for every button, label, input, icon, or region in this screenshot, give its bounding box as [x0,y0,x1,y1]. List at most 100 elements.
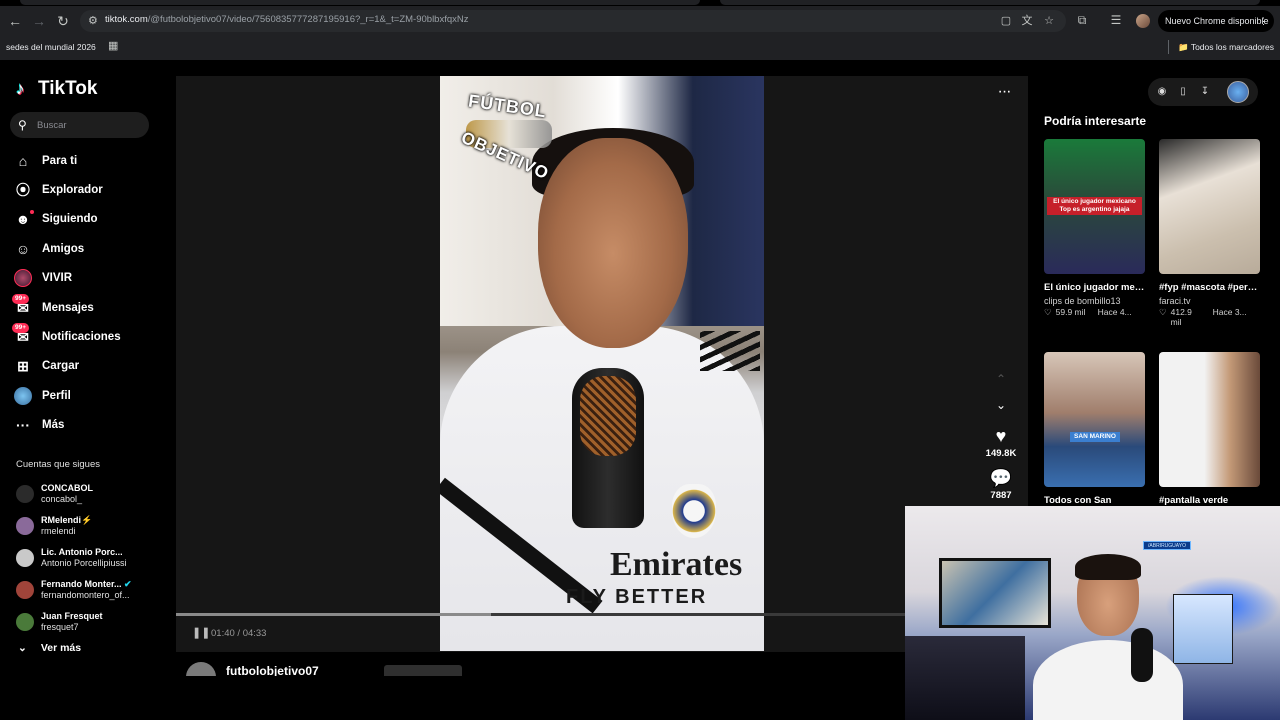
chrome-update-button[interactable]: Nuevo Chrome disponible ⋮ [1158,10,1274,32]
like-button[interactable]: ♥ 149.8K [980,426,1022,459]
card-caption: #fyp #mascota #perro #salvabebé... [1159,282,1260,293]
compass-icon: ⦿ [16,182,30,199]
translate-icon[interactable]: 文 [1021,15,1033,27]
back-icon[interactable]: ← [6,12,24,30]
video-thumbnail[interactable]: SAN MARINO [1044,352,1145,487]
device-icon[interactable]: ▯ [1176,85,1190,99]
sidebar-item-mas[interactable]: ··· Más [14,411,164,440]
tab-inactive[interactable] [720,0,1260,5]
unread-badge: 99+ [12,323,30,334]
follow-button[interactable] [384,665,462,676]
reload-icon[interactable]: ↻ [54,12,72,30]
upload-icon: ⊞ [17,358,29,375]
previous-video-icon[interactable]: ⌃ [991,372,1011,388]
all-bookmarks-label: Todos los marcadores [1190,42,1274,52]
verified-badge-icon: ✔ [124,579,132,589]
author-name[interactable]: futbolobjetivo07 [226,664,319,676]
cast-icon[interactable]: ▢ [1000,15,1012,27]
streamer-hair [1075,554,1141,580]
heart-outline-icon: ♡ [1159,307,1167,317]
site-settings-icon[interactable]: ⚙ [88,14,100,28]
suggested-video-card[interactable]: #fyp #mascota #perro #salvabebé... farac… [1159,139,1260,327]
card-author: clips de bombillo13 [1044,296,1121,306]
bookmark-star-icon[interactable]: ☆ [1043,15,1055,27]
comment-count: 7887 [990,490,1012,501]
followed-account[interactable]: Lic. Antonio Porc... Antonio Porcellipius… [16,542,166,574]
tiktok-logo[interactable]: ♪ TikTok [16,78,97,100]
video-player[interactable]: Emirates FLY BETTER FÚTBOL OBJETIVO ··· … [176,76,1028,652]
tiktok-note-icon: ♪ [16,79,25,98]
account-name: Lic. Antonio Porc... [41,547,123,557]
card-time-ago: Hace 3... [1212,307,1247,317]
download-icon[interactable]: ↧ [1198,85,1212,99]
video-thumbnail[interactable] [1159,352,1260,487]
video-frame[interactable]: Emirates FLY BETTER FÚTBOL OBJETIVO [440,76,764,651]
sidebar-item-amigos[interactable]: ☺ Amigos [14,234,164,263]
bookmark-item[interactable]: sedes del mundial 2026 [6,39,96,55]
coins-icon[interactable]: ◉ [1155,85,1169,99]
streamer-body [1033,640,1183,720]
bookmarks-bar: sedes del mundial 2026 ▦ 📁 Todos los mar… [0,37,1280,59]
account-name: Fernando Monter... [41,579,122,589]
sidebar-item-mensajes[interactable]: ✉ 99+ Mensajes [12,293,164,322]
sidebar-item-notificaciones[interactable]: ✉ 99+ Notificaciones [12,322,164,351]
card-author: faraci.tv [1159,296,1191,306]
friends-icon: ☺ [15,240,31,257]
extensions-icon[interactable]: ⧉ [1074,12,1090,28]
suggested-video-card[interactable]: #pantalla verde [1159,352,1260,508]
streamer [1033,554,1183,720]
see-more-button[interactable]: ⌄ Ver más [18,642,81,654]
chrome-profile-avatar[interactable] [1136,14,1150,28]
shirt-sponsor-tagline: FLY BETTER [566,586,708,608]
chrome-update-label: Nuevo Chrome disponible [1165,16,1269,26]
sidebar-item-para-ti[interactable]: ⌂ Para ti [14,146,164,175]
user-avatar[interactable] [1227,81,1249,103]
url-path: /@futbolobjetivo07/video/756083577728719… [147,14,469,25]
followed-account[interactable]: Juan Fresquet fresquet7 [16,606,166,638]
suggested-video-card[interactable]: El único jugador mexicano Top es argenti… [1044,139,1145,318]
see-more-label: Ver más [40,642,82,654]
pause-icon[interactable]: ❚❚ [192,627,210,639]
followed-account[interactable]: Fernando Monter... ✔ fernandomontero_of..… [16,574,166,606]
more-options-icon[interactable]: ··· [994,84,1014,102]
followed-account[interactable]: CONCABOL concabol_ [16,478,166,510]
microphone-grill [580,376,636,456]
tab-active[interactable] [20,0,700,5]
author-avatar[interactable] [186,662,216,676]
followed-account[interactable]: RMelendi⚡ rmelendi [16,510,166,542]
all-bookmarks-button[interactable]: 📁 Todos los marcadores [1178,39,1274,55]
address-bar[interactable]: ⚙ tiktok.com/@futbolobjetivo07/video/756… [80,10,1066,32]
video-author-row: futbolobjetivo07 [176,660,906,676]
forward-icon[interactable]: → [30,12,48,30]
progress-fill [176,613,492,616]
video-thumbnail[interactable] [1159,139,1260,274]
next-video-icon[interactable]: ⌄ [991,398,1011,414]
progress-bar[interactable] [176,613,1028,616]
search-box[interactable]: ⚲ [10,112,149,138]
search-icon: ⚲ [18,118,27,132]
sidebar-item-vivir[interactable]: VIVIR [14,264,164,293]
sidebar-item-explorador[interactable]: ⦿ Explorador [14,175,164,204]
sidebar-item-cargar[interactable]: ⊞ Cargar [14,352,164,381]
url-domain: tiktok.com [105,14,148,25]
video-thumbnail[interactable]: El único jugador mexicano Top es argenti… [1044,139,1145,274]
sidebar-item-perfil[interactable]: Perfil [14,381,164,410]
sidebar-item-label: Explorador [42,184,103,197]
kebab-menu-icon[interactable]: ⋮ [1259,10,1268,32]
url-text[interactable]: tiktok.com/@futbolobjetivo07/video/75608… [105,14,469,25]
suggested-video-card[interactable]: SAN MARINO Todos con San [1044,352,1145,508]
account-handle: concabol_ [41,494,83,504]
sidebar-item-label: Siguiendo [42,213,98,226]
avatar [16,581,34,599]
search-input[interactable] [37,117,137,133]
shelf [905,636,1025,720]
home-icon: ⌂ [18,152,28,169]
browser-toolbar: ← → ↻ ⚙ tiktok.com/@futbolobjetivo07/vid… [0,0,1280,60]
account-name: Juan Fresquet [41,611,103,621]
reading-list-icon[interactable]: ☰ [1108,12,1124,28]
tab-strip [0,0,1280,6]
bookmarks-divider [1168,40,1169,54]
apps-grid-icon[interactable]: ▦ [108,40,120,52]
sidebar-item-siguiendo[interactable]: ☻ Siguiendo [14,205,164,234]
comment-button[interactable]: 💬 7887 [980,468,1022,501]
